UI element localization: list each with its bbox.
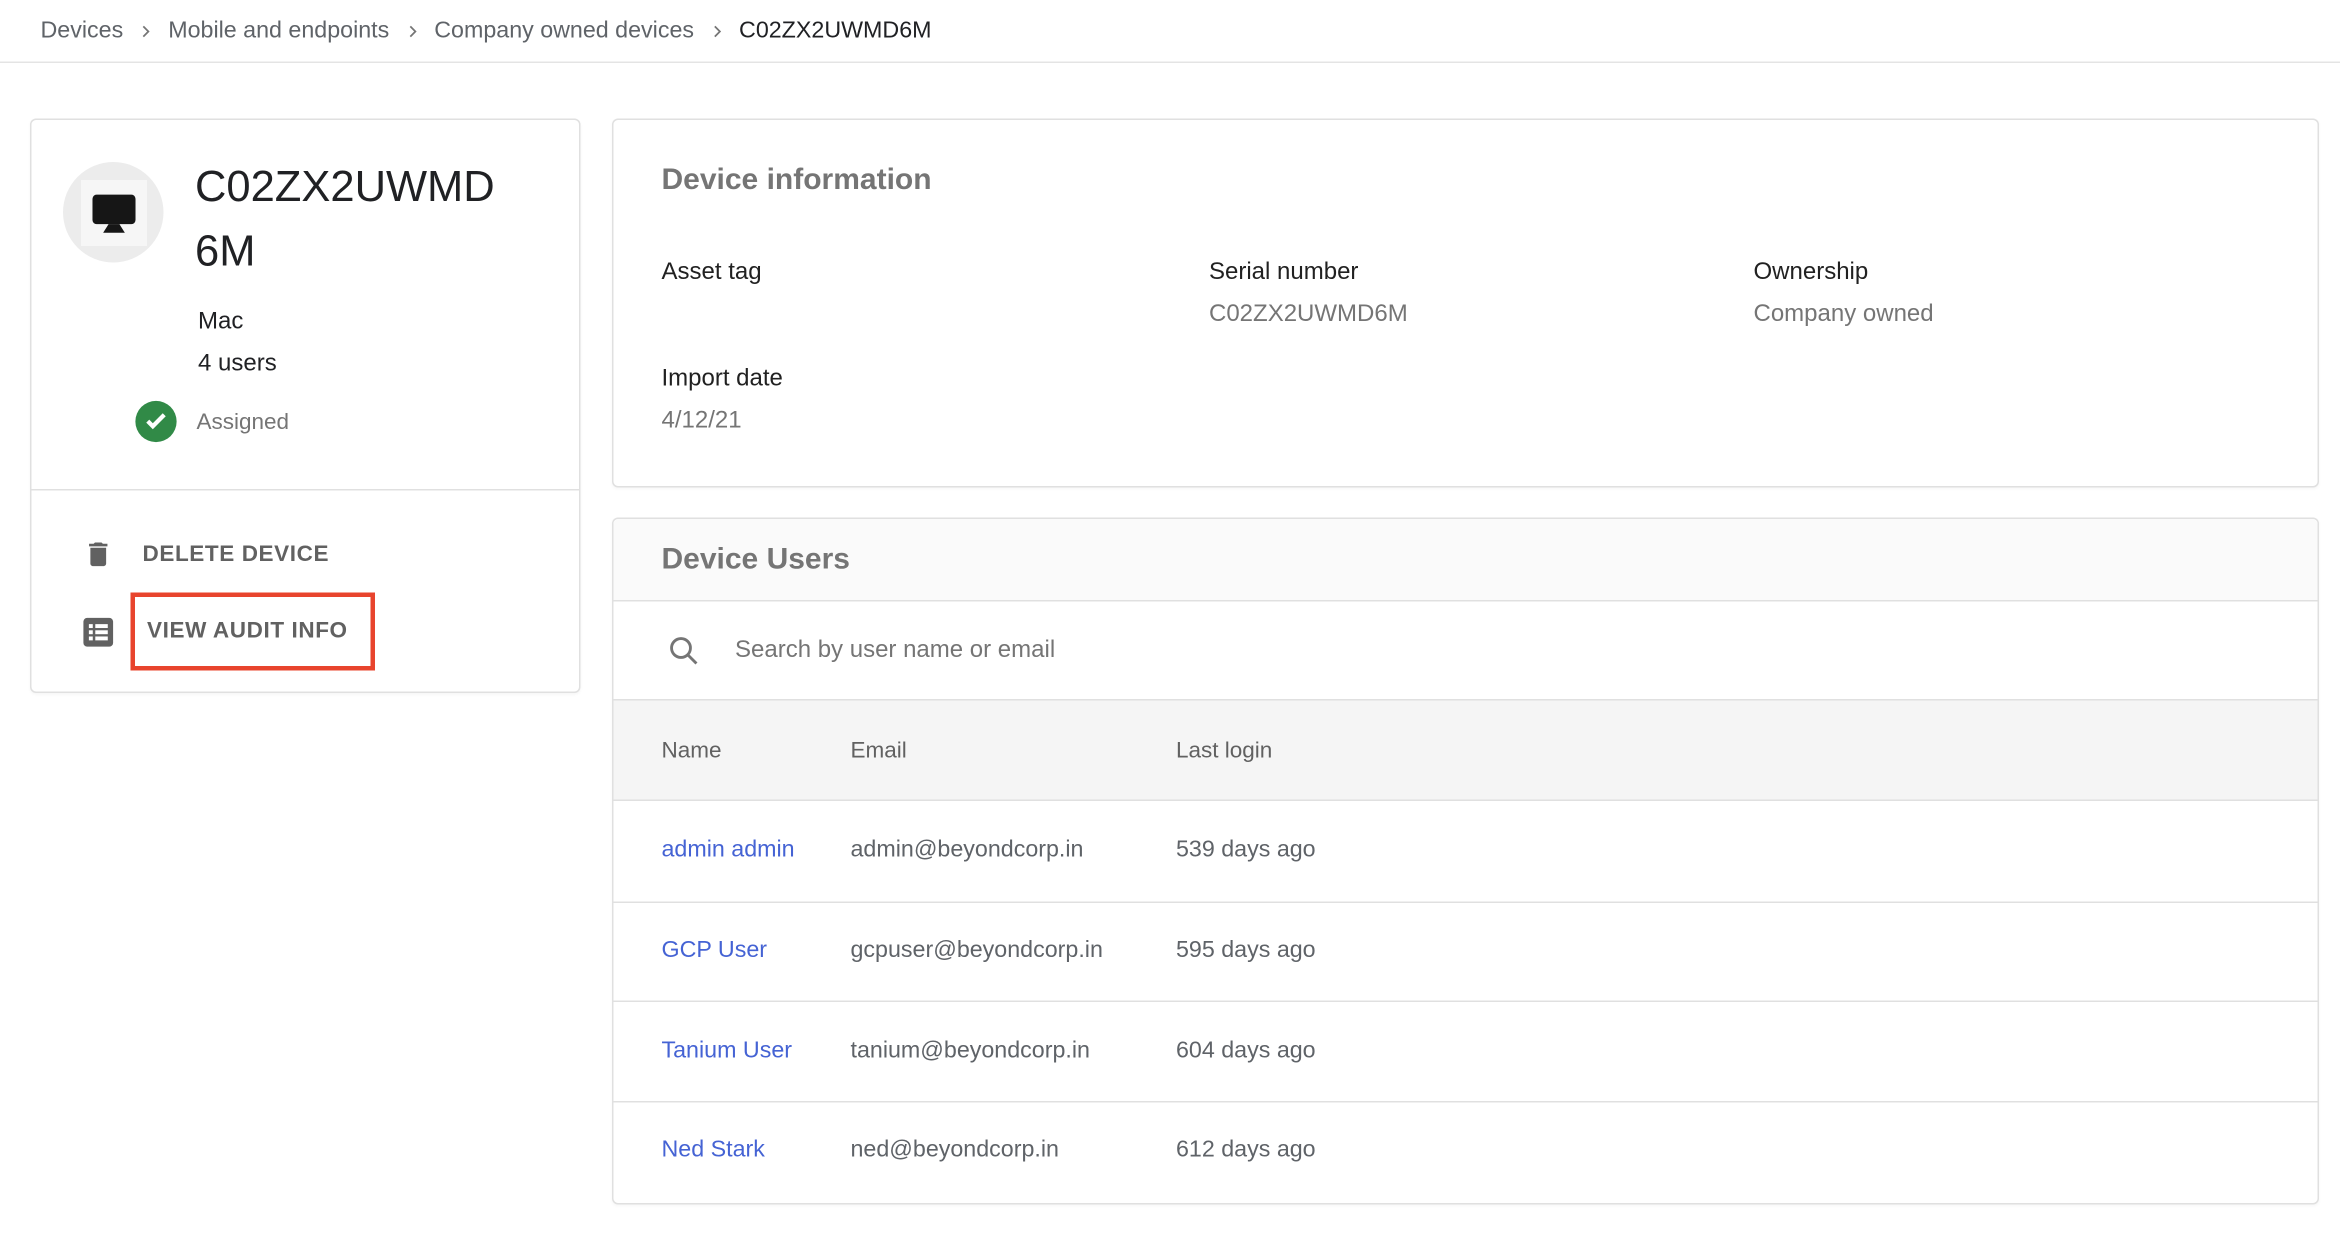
table-row: Ned Stark ned@beyondcorp.in 612 days ago xyxy=(614,1100,2318,1200)
field-label: Serial number xyxy=(1209,258,1754,287)
monitor-icon xyxy=(80,179,146,245)
check-circle-icon xyxy=(134,399,179,444)
user-link[interactable]: admin admin xyxy=(662,837,795,863)
user-search-bar xyxy=(614,602,2318,701)
breadcrumb-mobile-endpoints[interactable]: Mobile and endpoints xyxy=(168,17,389,44)
chevron-right-icon xyxy=(401,21,422,42)
search-icon xyxy=(666,632,702,668)
device-users-count: 4 users xyxy=(198,344,277,386)
device-actions: DELETE DEVICE VIEW AUDIT INFO xyxy=(32,489,580,692)
device-information-title: Device information xyxy=(614,120,2318,198)
users-table-header: Name Email Last login xyxy=(614,701,2318,802)
table-row: admin admin admin@beyondcorp.in 539 days… xyxy=(614,801,2318,901)
device-information-panel: Device information Asset tag Serial numb… xyxy=(612,119,2319,488)
user-last-login: 612 days ago xyxy=(1176,1137,2318,1164)
device-users-title: Device Users xyxy=(662,542,850,577)
device-summary-card: C02ZX2UWMD6M Mac 4 users Assigned xyxy=(30,119,581,694)
audit-list-icon xyxy=(80,613,118,651)
delete-icon xyxy=(80,536,118,571)
user-email: admin@beyondcorp.in xyxy=(851,837,1177,864)
field-label: Import date xyxy=(662,365,1210,394)
view-audit-info-label: VIEW AUDIT INFO xyxy=(147,618,348,644)
chevron-right-icon xyxy=(706,21,727,42)
field-value: 4/12/21 xyxy=(662,407,1210,436)
field-import-date: Import date 4/12/21 xyxy=(662,365,1210,436)
breadcrumb-devices[interactable]: Devices xyxy=(41,17,124,44)
field-value: Company owned xyxy=(1754,300,2270,329)
user-last-login: 539 days ago xyxy=(1176,837,2318,864)
user-email: tanium@beyondcorp.in xyxy=(851,1038,1177,1065)
field-label: Asset tag xyxy=(662,258,1210,287)
avatar xyxy=(63,162,164,263)
breadcrumb-company-owned-devices[interactable]: Company owned devices xyxy=(434,17,694,44)
user-last-login: 595 days ago xyxy=(1176,938,2318,965)
delete-device-label: DELETE DEVICE xyxy=(143,541,330,567)
device-information-fields: Asset tag Serial number C02ZX2UWMD6M Own… xyxy=(614,258,2318,435)
column-header-last-login: Last login xyxy=(1176,737,2318,763)
view-audit-info-button[interactable]: VIEW AUDIT INFO xyxy=(32,593,580,671)
annotation-highlight-box: VIEW AUDIT INFO xyxy=(131,593,375,671)
field-value: C02ZX2UWMD6M xyxy=(1209,300,1754,329)
column-header-email: Email xyxy=(851,737,1177,763)
admin-device-detail-page: Devices Mobile and endpoints Company own… xyxy=(0,0,2340,1233)
assignment-status: Assigned xyxy=(134,399,290,444)
device-name: C02ZX2UWMD6M xyxy=(195,156,504,285)
device-summary-top: C02ZX2UWMD6M Mac 4 users Assigned xyxy=(32,120,580,489)
user-link[interactable]: Tanium User xyxy=(662,1038,793,1064)
field-asset-tag: Asset tag xyxy=(662,258,1210,329)
column-header-name: Name xyxy=(662,737,851,763)
table-row: GCP User gcpuser@beyondcorp.in 595 days … xyxy=(614,901,2318,1001)
device-meta: Mac 4 users xyxy=(198,302,277,386)
delete-device-button[interactable]: DELETE DEVICE xyxy=(32,515,580,593)
device-users-header: Device Users xyxy=(614,519,2318,602)
field-label: Ownership xyxy=(1754,258,2270,287)
breadcrumb: Devices Mobile and endpoints Company own… xyxy=(0,0,2340,63)
search-input[interactable] xyxy=(732,635,2318,665)
user-link[interactable]: Ned Stark xyxy=(662,1137,765,1163)
user-email: ned@beyondcorp.in xyxy=(851,1137,1177,1164)
status-badge: Assigned xyxy=(197,409,290,435)
user-link[interactable]: GCP User xyxy=(662,938,768,964)
user-last-login: 604 days ago xyxy=(1176,1038,2318,1065)
breadcrumb-current-device: C02ZX2UWMD6M xyxy=(739,17,931,44)
field-ownership: Ownership Company owned xyxy=(1754,258,2270,329)
chevron-right-icon xyxy=(135,21,156,42)
field-value xyxy=(662,300,1210,329)
device-users-panel: Device Users Name Email Last login admin… xyxy=(612,518,2319,1205)
table-row: Tanium User tanium@beyondcorp.in 604 day… xyxy=(614,1001,2318,1101)
user-email: gcpuser@beyondcorp.in xyxy=(851,938,1177,965)
device-type: Mac xyxy=(198,302,277,344)
field-serial-number: Serial number C02ZX2UWMD6M xyxy=(1209,258,1754,329)
